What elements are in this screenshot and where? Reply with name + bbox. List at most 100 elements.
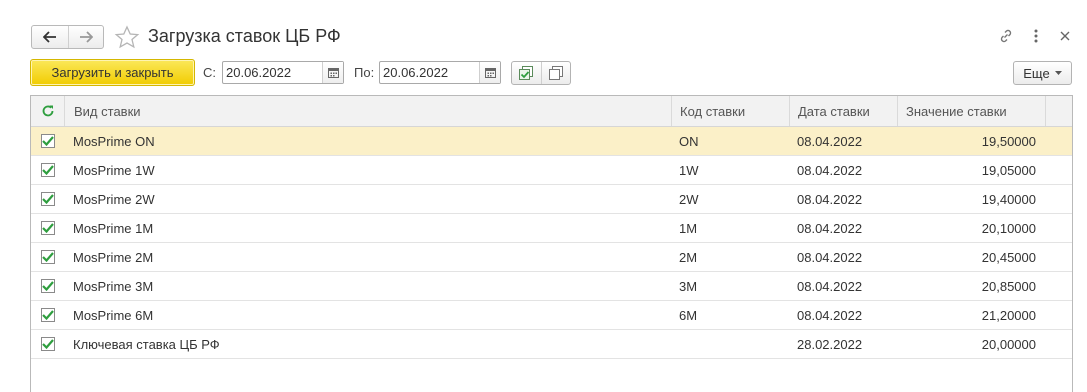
row-checkbox[interactable] [40,308,55,322]
rate-type-cell: MosPrime ON [73,133,155,149]
chevron-down-icon [1054,71,1062,75]
more-dropdown-button[interactable]: Еще [1013,61,1072,85]
row-check-cell [31,214,64,242]
column-header-rate-value[interactable]: Значение ставки [897,96,1045,126]
checkmark-icon [41,136,54,146]
row-check-cell [31,330,64,358]
row-check-cell [31,127,64,155]
row-checkbox[interactable] [40,134,55,148]
table-row[interactable]: MosPrime 6M 6M 08.04.2022 21,20000 [31,301,1072,330]
row-check-cell [31,185,64,213]
rate-code-cell: 2W [679,191,699,207]
row-check-cell [31,272,64,300]
table-header: Вид ставки Код ставки Дата ставки Значен… [31,96,1072,127]
to-date-label: По: [354,65,375,80]
rate-value-cell: 19,40000 [981,191,1036,207]
rate-code-cell: 1M [679,220,698,236]
uncheck-all-button[interactable] [540,62,570,84]
checkmark-icon [41,310,54,320]
rate-code-cell: 3M [679,278,698,294]
column-header-rate-date[interactable]: Дата ставки [789,96,897,126]
rate-date-cell: 08.04.2022 [797,220,863,236]
refresh-icon [42,105,53,117]
checkmark-icon [41,281,54,291]
rate-value-cell: 20,85000 [981,278,1036,294]
table-row[interactable]: Ключевая ставка ЦБ РФ 28.02.2022 20,0000… [31,330,1072,359]
favorite-star-icon[interactable] [114,25,140,49]
arrow-right-icon [79,31,93,43]
row-checkbox[interactable] [40,221,55,235]
rate-type-cell: MosPrime 1M [73,220,154,236]
more-label: Еще [1023,65,1050,81]
rate-code-cell: 2M [679,249,698,265]
more-actions-icon[interactable] [1030,27,1042,45]
rate-type-cell: MosPrime 6M [73,307,154,323]
close-icon[interactable] [1058,27,1072,45]
table-row[interactable]: MosPrime 2M 2M 08.04.2022 20,45000 [31,243,1072,272]
table-row[interactable]: MosPrime 1W 1W 08.04.2022 19,05000 [31,156,1072,185]
rate-type-cell: MosPrime 3M [73,278,154,294]
from-date-label: С: [203,65,216,80]
rate-date-cell: 08.04.2022 [797,307,863,323]
rate-code-cell [671,330,789,358]
link-icon[interactable] [997,27,1015,45]
row-check-cell [31,243,64,271]
rate-date-cell: 08.04.2022 [797,249,863,265]
table-row[interactable]: MosPrime 1M 1M 08.04.2022 20,10000 [31,214,1072,243]
title-bar: Загрузка ставок ЦБ РФ [0,0,1087,56]
rate-value-cell: 21,20000 [981,307,1036,323]
table-row[interactable]: MosPrime 3M 3M 08.04.2022 20,85000 [31,272,1072,301]
row-checkbox[interactable] [40,337,55,351]
row-checkbox[interactable] [40,163,55,177]
rate-date-cell: 28.02.2022 [797,336,863,352]
column-header-spacer [1045,96,1072,126]
check-all-button[interactable] [512,62,541,84]
row-checkbox[interactable] [40,279,55,293]
rate-code-cell: 1W [679,162,699,178]
rate-type-cell: Ключевая ставка ЦБ РФ [73,336,220,352]
rate-type-cell: MosPrime 1W [73,162,155,178]
rate-date-cell: 08.04.2022 [797,278,863,294]
column-header-rate-type[interactable]: Вид ставки [64,96,671,126]
checkmark-icon [41,165,54,175]
row-check-cell [31,301,64,329]
checkmark-icon [41,339,54,349]
rate-value-cell: 19,05000 [981,162,1036,178]
rate-value-cell: 20,10000 [981,220,1036,236]
table-row[interactable]: MosPrime 2W 2W 08.04.2022 19,40000 [31,185,1072,214]
page-title: Загрузка ставок ЦБ РФ [148,26,341,46]
rate-value-cell: 20,45000 [981,249,1036,265]
load-and-close-button[interactable]: Загрузить и закрыть [30,59,195,86]
checkmark-icon [41,223,54,233]
rate-date-cell: 08.04.2022 [797,162,863,178]
back-button[interactable] [32,26,68,48]
navigation-buttons [31,25,104,49]
to-date-field[interactable]: 20.06.2022 [379,61,501,84]
calendar-icon[interactable] [322,62,343,83]
rate-value-cell: 19,50000 [981,133,1036,149]
rate-date-cell: 08.04.2022 [797,191,863,207]
from-date-value: 20.06.2022 [226,65,292,80]
row-checkbox[interactable] [40,250,55,264]
selection-buttons [511,61,571,85]
rate-date-cell: 08.04.2022 [797,133,863,149]
table-row[interactable]: MosPrime ON ON 08.04.2022 19,50000 [31,127,1072,156]
uncheck-all-icon [548,66,563,80]
row-checkbox[interactable] [40,192,55,206]
checkmark-icon [41,252,54,262]
arrow-left-icon [42,31,56,43]
check-all-icon [519,66,534,80]
from-date-field[interactable]: 20.06.2022 [222,61,344,84]
rate-code-cell: 6M [679,307,698,323]
refresh-column-header[interactable] [31,96,64,126]
calendar-icon[interactable] [479,62,500,83]
checkmark-icon [41,194,54,204]
rate-type-cell: MosPrime 2W [73,191,155,207]
column-header-rate-code[interactable]: Код ставки [671,96,789,126]
forward-button[interactable] [67,26,104,48]
rates-table: Вид ставки Код ставки Дата ставки Значен… [30,95,1073,392]
rate-value-cell: 20,00000 [981,336,1036,352]
row-check-cell [31,156,64,184]
rate-type-cell: MosPrime 2M [73,249,154,265]
rate-code-cell: ON [679,133,699,149]
